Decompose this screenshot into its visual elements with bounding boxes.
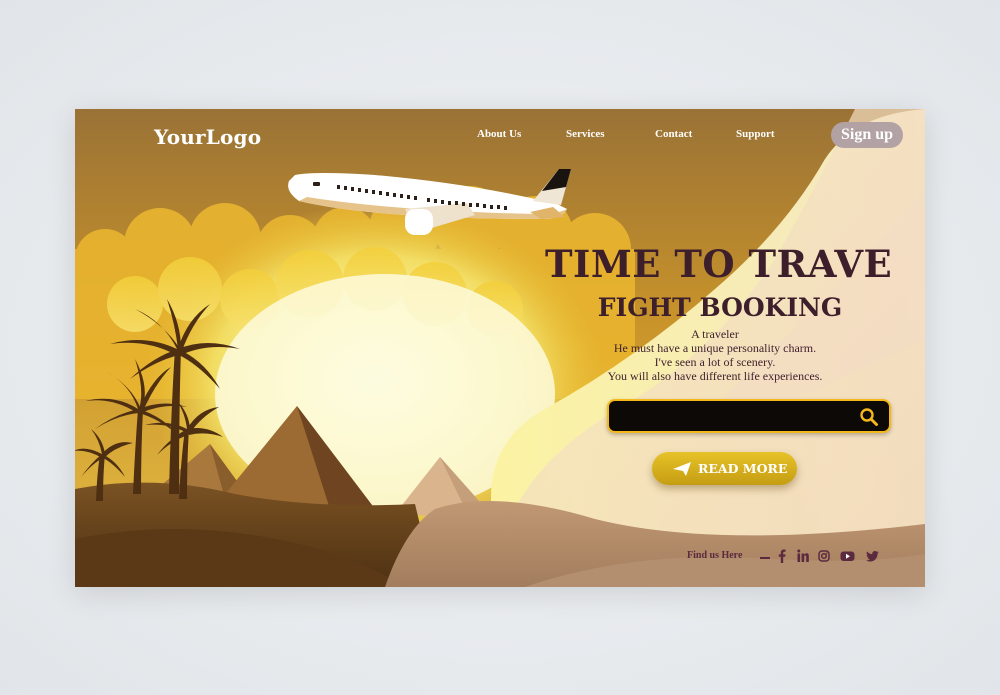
read-more-button[interactable]: READ MORE (652, 452, 797, 485)
linkedin-icon[interactable] (797, 549, 809, 563)
search-bar (607, 399, 891, 433)
search-icon[interactable] (859, 407, 879, 427)
landing-card: YourLogo About Us Services Contact Suppo… (75, 109, 925, 587)
send-arrow-icon (673, 462, 691, 476)
hero-description-line: I've seen a lot of scenery. (654, 355, 776, 369)
youtube-icon[interactable] (840, 549, 855, 563)
hero-title: TIME TO TRAVE (545, 242, 893, 286)
page-background: YourLogo About Us Services Contact Suppo… (0, 0, 1000, 695)
find-us-label: Find us Here (687, 550, 743, 561)
brand-logo[interactable]: YourLogo (154, 125, 261, 149)
facebook-icon[interactable] (778, 549, 786, 563)
nav-link-support[interactable]: Support (736, 128, 775, 140)
nav-link-services[interactable]: Services (566, 128, 604, 140)
divider-dash (760, 557, 770, 559)
instagram-icon[interactable] (818, 549, 830, 563)
hero-description-line: He must have a unique personality charm. (613, 341, 817, 355)
hero-description: A traveler He must have a unique persona… (515, 327, 915, 383)
hero-subtitle: FIGHT BOOKING (597, 293, 843, 322)
search-input[interactable] (619, 405, 853, 429)
hero-description-line: You will also have different life experi… (607, 369, 823, 383)
sign-up-button[interactable]: Sign up (831, 122, 903, 148)
nav-link-about-us[interactable]: About Us (477, 128, 521, 140)
read-more-label: READ MORE (698, 461, 788, 476)
twitter-icon[interactable] (866, 549, 879, 563)
nav-link-contact[interactable]: Contact (655, 128, 692, 140)
hero-description-line: A traveler (691, 327, 739, 341)
